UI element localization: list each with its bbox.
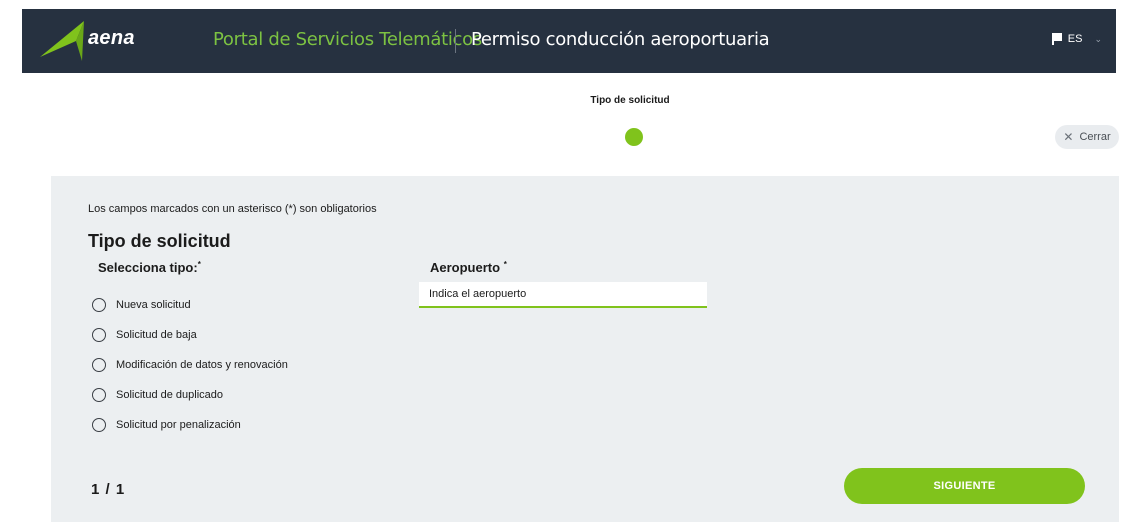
radio-option-penalizacion[interactable]: Solicitud por penalización — [92, 410, 288, 440]
required-asterisk: * — [197, 260, 201, 269]
procedure-title: Permiso conducción aeroportuaria — [471, 29, 770, 50]
top-header: aena Portal de Servicios Telemáticos Per… — [22, 9, 1116, 73]
select-type-label: Selecciona tipo:* — [98, 260, 201, 275]
request-type-radio-group: Nueva solicitud Solicitud de baja Modifi… — [92, 290, 288, 440]
airport-input[interactable] — [419, 282, 707, 308]
brand-name[interactable]: aena — [88, 27, 135, 50]
chevron-down-icon: ⌄ — [1094, 33, 1102, 44]
header-divider — [455, 29, 456, 53]
close-button-label: Cerrar — [1079, 131, 1111, 143]
step-indicator-dot — [625, 128, 643, 146]
radio-button[interactable] — [92, 328, 106, 342]
language-selector[interactable]: ES ⌄ — [1051, 33, 1102, 45]
radio-label: Solicitud de baja — [116, 329, 197, 341]
radio-button[interactable] — [92, 418, 106, 432]
page-counter: 1 / 1 — [91, 481, 126, 498]
airport-label: Aeropuerto * — [430, 260, 507, 275]
radio-button[interactable] — [92, 358, 106, 372]
form-panel: Los campos marcados con un asterisco (*)… — [51, 176, 1119, 522]
radio-button[interactable] — [92, 388, 106, 402]
radio-option-nueva[interactable]: Nueva solicitud — [92, 290, 288, 320]
radio-label: Solicitud por penalización — [116, 419, 241, 431]
radio-button[interactable] — [92, 298, 106, 312]
close-icon: ✕ — [1063, 130, 1074, 144]
radio-label: Modificación de datos y renovación — [116, 359, 288, 371]
language-code: ES — [1067, 33, 1083, 45]
required-asterisk: * — [503, 260, 507, 269]
required-fields-note: Los campos marcados con un asterisco (*)… — [88, 203, 377, 215]
radio-label: Solicitud de duplicado — [116, 389, 224, 401]
flag-icon — [1051, 33, 1062, 45]
radio-option-modificacion[interactable]: Modificación de datos y renovación — [92, 350, 288, 380]
radio-option-duplicado[interactable]: Solicitud de duplicado — [92, 380, 288, 410]
section-title: Tipo de solicitud — [88, 231, 231, 251]
next-button[interactable]: SIGUIENTE — [844, 468, 1085, 504]
close-button[interactable]: ✕ Cerrar — [1055, 125, 1119, 149]
portal-title[interactable]: Portal de Servicios Telemáticos — [213, 29, 482, 50]
radio-label: Nueva solicitud — [116, 299, 191, 311]
step-label: Tipo de solicitud — [590, 95, 670, 106]
radio-option-baja[interactable]: Solicitud de baja — [92, 320, 288, 350]
